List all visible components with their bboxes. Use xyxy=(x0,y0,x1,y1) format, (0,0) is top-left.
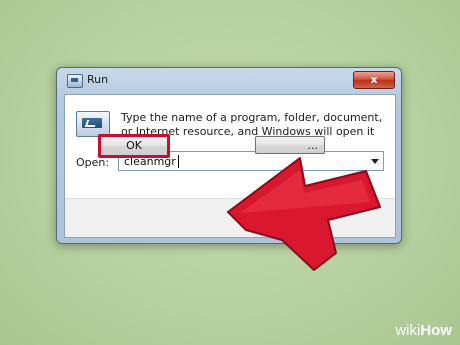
wikihow-watermark: wikiHow xyxy=(395,322,452,339)
arrow-shape xyxy=(227,157,381,271)
watermark-suffix: How xyxy=(420,322,452,339)
pointer-arrow-icon xyxy=(227,157,381,271)
watermark-prefix: wiki xyxy=(395,322,421,339)
